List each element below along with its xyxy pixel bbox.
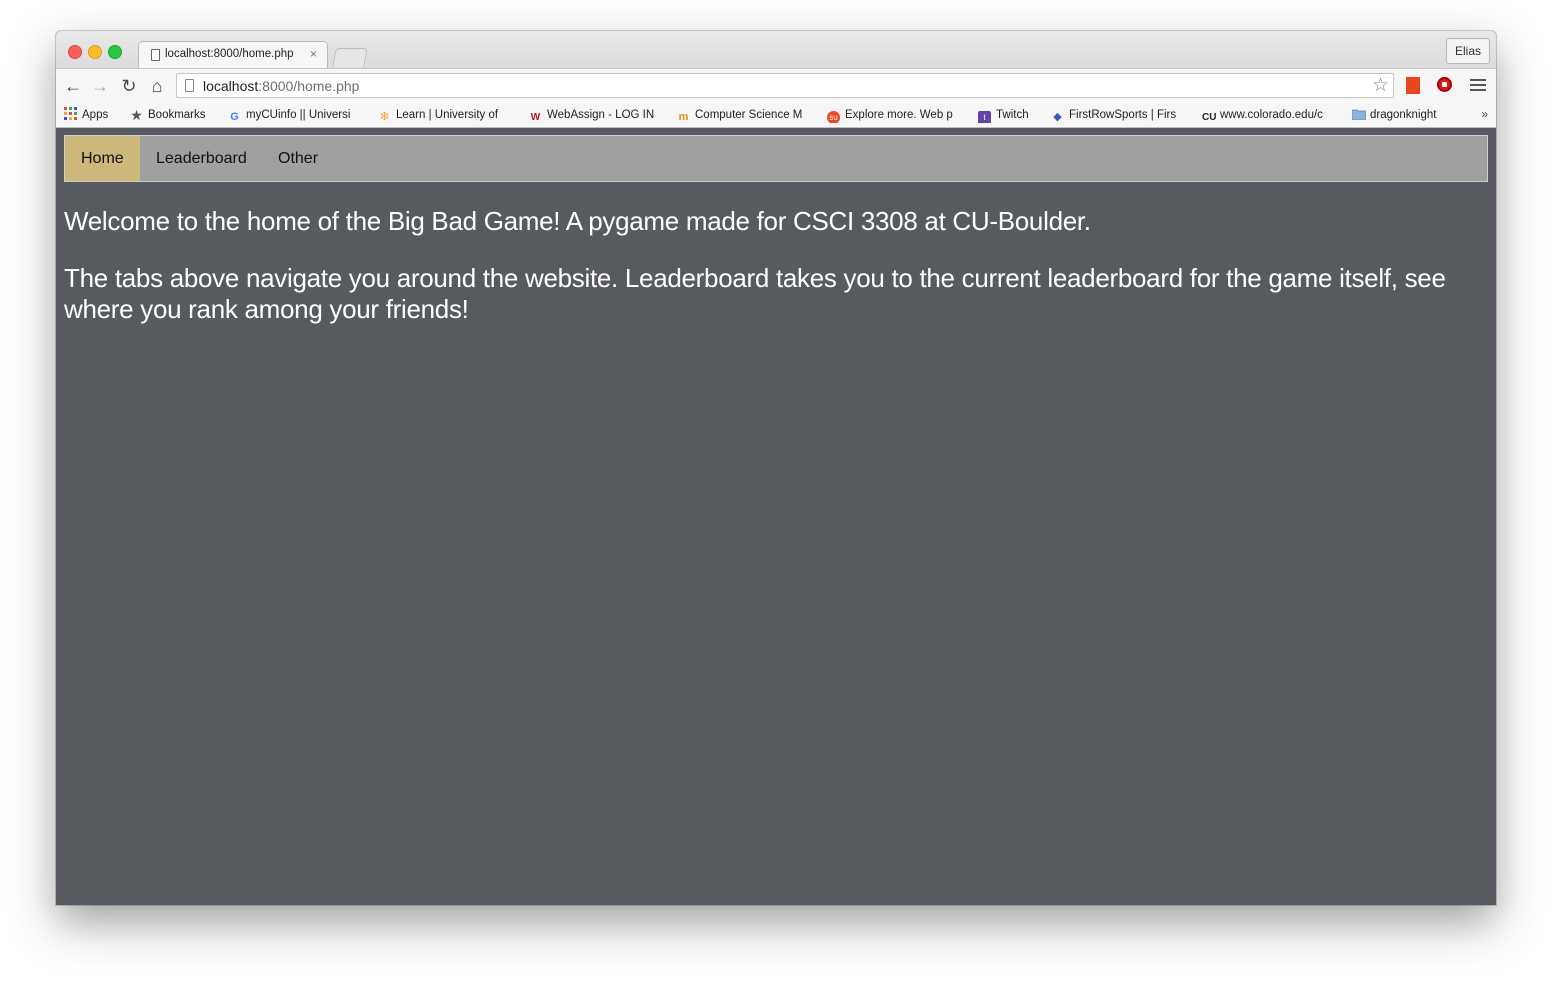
- welcome-paragraph: Welcome to the home of the Big Bad Game!…: [64, 206, 1091, 236]
- bookmark-label: Learn | University of: [396, 109, 499, 121]
- main-content: Welcome to the home of the Big Bad Game!…: [64, 206, 1484, 351]
- page-content: Home Leaderboard Other Welcome to the ho…: [56, 128, 1496, 905]
- bookmark-label: Apps: [82, 109, 109, 121]
- minimize-window-button[interactable]: [88, 45, 102, 59]
- address-bar[interactable]: localhost:8000/home.php ☆: [176, 73, 1394, 98]
- bookmark-twitch[interactable]: t Twitch: [978, 107, 1029, 123]
- bookmark-label: Computer Science M: [695, 109, 803, 121]
- close-window-button[interactable]: [68, 45, 82, 59]
- bookmark-label: WebAssign - LOG IN: [547, 109, 655, 121]
- bookmark-star-icon[interactable]: ☆: [1372, 75, 1389, 96]
- url-path: :8000/home.php: [258, 78, 360, 94]
- apps-grid-icon: [64, 107, 77, 120]
- learn-icon: ✻: [379, 111, 390, 123]
- forward-icon[interactable]: →: [90, 76, 110, 96]
- google-icon: G: [230, 111, 239, 123]
- nav-leaderboard[interactable]: Leaderboard: [140, 136, 263, 181]
- site-navbar: Home Leaderboard Other: [64, 135, 1488, 182]
- nav-other[interactable]: Other: [262, 136, 334, 181]
- adblock-extension-icon[interactable]: [1437, 77, 1452, 92]
- profile-button[interactable]: Elias: [1445, 38, 1490, 64]
- home-icon[interactable]: ⌂: [147, 76, 167, 96]
- bookmark-dragonknight[interactable]: dragonknight: [1352, 107, 1437, 123]
- back-icon[interactable]: ←: [63, 76, 83, 96]
- bookmark-label: FirstRowSports | Firs: [1069, 109, 1177, 121]
- stumbleupon-icon: su: [827, 111, 840, 123]
- bookmark-label: Bookmarks: [148, 109, 206, 121]
- bookmark-extension-icon[interactable]: [1406, 77, 1420, 94]
- browser-window: localhost:8000/home.php × Elias ← → ↻ ⌂ …: [56, 31, 1496, 905]
- zoom-window-button[interactable]: [108, 45, 122, 59]
- bookmark-bookmarks[interactable]: ★ Bookmarks: [130, 107, 206, 123]
- bookmarks-bar: Apps ★ Bookmarks GmyCUinfo || Universi ✻ L…: [56, 103, 1496, 128]
- toolbar: ← → ↻ ⌂ localhost:8000/home.php ☆: [56, 68, 1496, 104]
- bookmark-explore-more[interactable]: su Explore more. Web p: [827, 107, 961, 123]
- moodle-icon: m: [678, 111, 689, 123]
- bookmark-webassign[interactable]: W WebAssign - LOG IN: [529, 107, 654, 123]
- bookmarks-overflow-icon[interactable]: »: [1481, 107, 1488, 121]
- star-icon: ★: [130, 107, 143, 123]
- new-tab-button[interactable]: [332, 48, 368, 67]
- tab-title: localhost:8000/home.php: [165, 48, 294, 60]
- reload-icon[interactable]: ↻: [119, 76, 139, 96]
- bookmark-colorado[interactable]: CU www.colorado.edu/c: [1202, 107, 1336, 123]
- webassign-icon: W: [530, 112, 541, 123]
- folder-icon: [1352, 108, 1367, 121]
- tab-home[interactable]: localhost:8000/home.php ×: [138, 41, 328, 68]
- nav-home[interactable]: Home: [65, 136, 140, 181]
- bookmark-firstrowsports[interactable]: ◆ FirstRowSports | Firs: [1051, 107, 1185, 123]
- bookmark-mycuinfo[interactable]: GmyCUinfo || Universi: [228, 107, 362, 123]
- page-icon: [185, 79, 194, 92]
- navigation-paragraph: The tabs above navigate you around the w…: [64, 263, 1446, 324]
- bookmark-label: Twitch: [996, 109, 1029, 121]
- url-text[interactable]: localhost:8000/home.php: [203, 78, 359, 94]
- url-host: localhost: [203, 78, 259, 94]
- bookmark-apps[interactable]: Apps: [64, 107, 108, 123]
- menu-icon[interactable]: [1470, 76, 1486, 96]
- bookmark-label: myCUinfo || Universi: [246, 109, 351, 121]
- bookmark-learn[interactable]: ✻ Learn | University of: [378, 107, 510, 123]
- bookmark-label: www.colorado.edu/c: [1220, 109, 1323, 121]
- bookmark-label: Explore more. Web p: [845, 109, 953, 121]
- tab-strip: localhost:8000/home.php × Elias: [56, 31, 1496, 68]
- firstrow-icon: ◆: [1053, 111, 1062, 123]
- bookmark-computer-science[interactable]: m Computer Science M: [677, 107, 811, 123]
- bookmark-label: dragonknight: [1370, 109, 1437, 121]
- tab-close-icon[interactable]: ×: [310, 47, 317, 61]
- twitch-icon: t: [978, 111, 991, 123]
- cu-icon: CU: [1202, 112, 1217, 123]
- page-icon: [151, 49, 160, 61]
